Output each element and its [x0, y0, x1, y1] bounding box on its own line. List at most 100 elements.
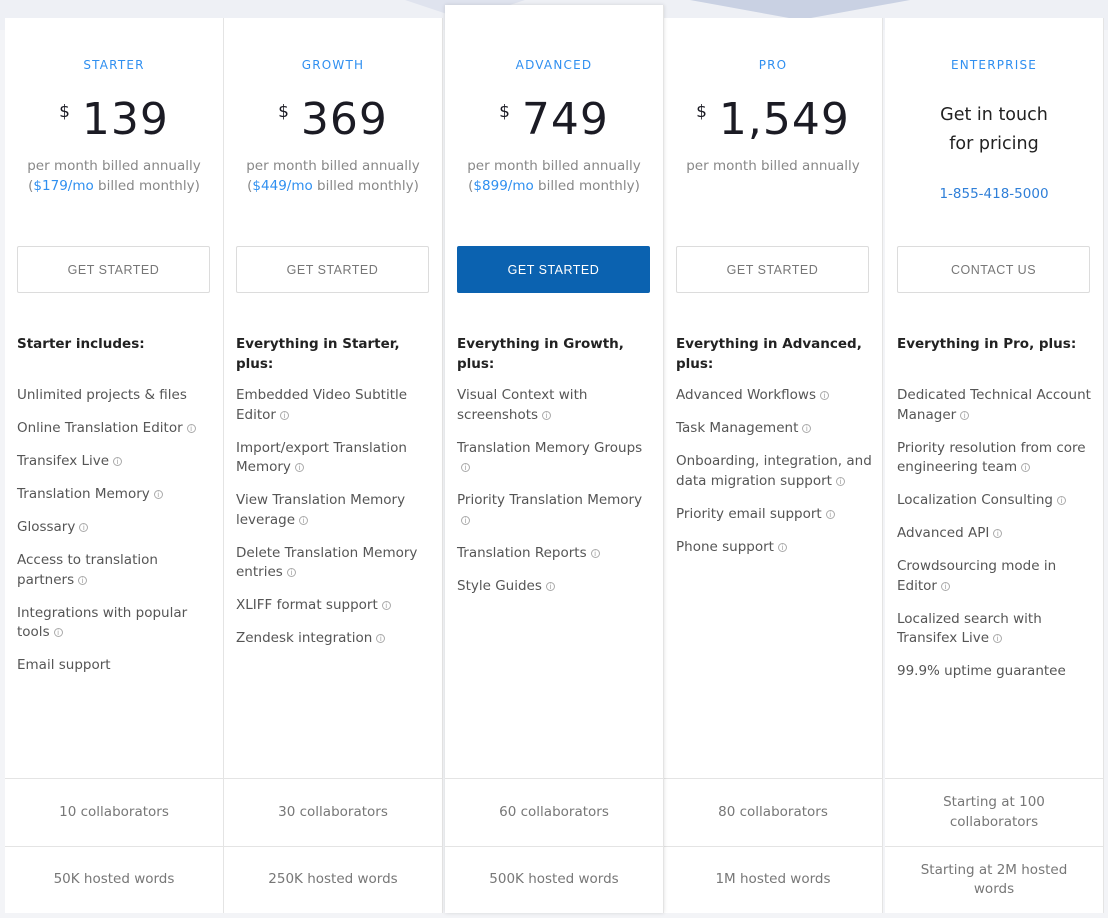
hosted-words: 1M hosted words [715, 871, 831, 888]
price: $1,549 [664, 94, 882, 145]
hosted-words-row: 1M hosted words [664, 846, 882, 913]
feature-text: Priority Translation Memory [457, 492, 643, 508]
feature-text: Dedicated Technical Account Manager [897, 387, 1091, 423]
billing-note: per month billed annually ($179/mo billed… [5, 157, 223, 196]
contact-line: for pricing [949, 134, 1039, 154]
plan-name: PRO [758, 58, 788, 72]
price: $139 [5, 94, 223, 145]
feature-list: Unlimited projects & files Online Transla… [17, 386, 215, 689]
get-started-button[interactable]: GET STARTED [457, 246, 650, 293]
feature-item: Access to translation partners i [17, 551, 215, 590]
info-circle-icon[interactable]: i [993, 529, 1003, 538]
feature-item: Import/export Translation Memory i [236, 439, 434, 478]
info-circle-icon[interactable]: i [960, 410, 970, 420]
monthly-price: $899/mo [473, 177, 534, 194]
feature-item: Task Management i [676, 419, 874, 439]
plan-card-enterprise: ENTERPRISE Get in touch for pricing 1-855-4… [885, 18, 1104, 913]
info-circle-icon[interactable]: i [381, 601, 391, 610]
info-circle-icon[interactable]: i [542, 410, 552, 420]
billing-note: per month billed annually ($449/mo billed… [224, 157, 442, 196]
info-circle-icon[interactable]: i [802, 424, 812, 433]
feature-item: Transifex Live i [17, 452, 215, 472]
info-circle-icon[interactable]: i [461, 515, 470, 525]
hosted-words-row: 50K hosted words [5, 846, 223, 913]
feature-text: Advanced API [897, 525, 990, 541]
collaborators: 10 collaborators [59, 803, 169, 820]
hosted-words: Starting at 2M hosted words [920, 861, 1068, 898]
feature-text: XLIFF format support [236, 597, 378, 613]
feature-item: Online Translation Editor i [17, 419, 215, 439]
get-started-button[interactable]: GET STARTED [17, 246, 210, 293]
monthly-price: $179/mo [33, 177, 94, 194]
feature-item: Email support [17, 656, 215, 676]
info-circle-icon[interactable]: i [820, 391, 829, 400]
info-circle-icon[interactable]: i [1021, 463, 1031, 472]
info-circle-icon[interactable]: i [113, 457, 123, 466]
feature-text: Zendesk integration [236, 630, 373, 646]
info-circle-icon[interactable]: i [835, 476, 845, 486]
feature-text: Transifex Live [17, 453, 110, 469]
info-circle-icon[interactable]: i [279, 410, 289, 420]
info-circle-icon[interactable]: i [294, 463, 304, 472]
currency-symbol: $ [278, 102, 289, 122]
info-circle-icon[interactable]: i [299, 515, 309, 525]
collaborators: 80 collaborators [718, 803, 828, 820]
feature-item: Embedded Video Subtitle Editor i [236, 386, 434, 425]
feature-text: 99.9% uptime guarantee [897, 663, 1066, 679]
info-circle-icon[interactable]: i [993, 634, 1003, 643]
billing-annual: per month billed annually [246, 158, 420, 174]
price-amount: 139 [81, 94, 169, 145]
info-circle-icon[interactable]: i [286, 568, 296, 577]
info-circle-icon[interactable]: i [825, 509, 835, 519]
feature-item: Phone support i [676, 538, 874, 558]
feature-text: Unlimited projects & files [17, 387, 187, 403]
feature-item: Zendesk integration i [236, 629, 434, 649]
feature-item: Priority email support i [676, 505, 874, 525]
billing-monthly: ($449/mo billed monthly) [224, 177, 442, 197]
info-circle-icon[interactable]: i [1057, 496, 1067, 505]
info-circle-icon[interactable]: i [53, 628, 63, 637]
feature-text: Glossary [17, 519, 76, 535]
billing-monthly: ($179/mo billed monthly) [5, 177, 223, 197]
contact-us-button[interactable]: CONTACT US [897, 246, 1090, 293]
info-circle-icon[interactable]: i [590, 548, 600, 558]
feature-text: Task Management [676, 420, 799, 436]
info-circle-icon[interactable]: i [545, 581, 555, 591]
get-started-button[interactable]: GET STARTED [236, 246, 429, 293]
price-amount: 1,549 [718, 94, 850, 145]
info-circle-icon[interactable]: i [153, 490, 163, 499]
feature-item: Unlimited projects & files [17, 386, 215, 406]
phone-link[interactable]: 1-855-418-5000 [885, 186, 1103, 202]
features-heading: Everything in Growth, plus: [457, 336, 624, 372]
feature-list: Embedded Video Subtitle Editor i Import/ex… [236, 386, 434, 662]
info-circle-icon[interactable]: i [777, 542, 787, 552]
info-circle-icon[interactable]: i [376, 634, 386, 643]
info-circle-icon[interactable]: i [186, 424, 196, 433]
info-circle-icon[interactable]: i [78, 575, 88, 585]
collaborators-row: 60 collaborators [445, 778, 663, 846]
feature-text: View Translation Memory leverage [236, 492, 406, 528]
feature-item: 99.9% uptime guarantee [897, 662, 1095, 682]
decor-triangle [690, 0, 910, 20]
monthly-rest: billed monthly) [312, 177, 419, 194]
plan-name: ADVANCED [515, 58, 593, 72]
contact-text: Get in touch for pricing [885, 101, 1103, 159]
collaborators-row: Starting at 100 collaborators [885, 778, 1103, 846]
info-circle-icon[interactable]: i [940, 581, 950, 591]
feature-text: Priority email support [676, 505, 822, 522]
feature-item: Integrations with popular tools i [17, 604, 215, 643]
feature-text: Translation Memory [17, 486, 150, 502]
info-circle-icon[interactable]: i [79, 523, 89, 532]
plan-card-growth: GROWTH $369 per month billed annually ($449… [224, 18, 443, 913]
feature-item: View Translation Memory leverage i [236, 491, 434, 530]
currency-symbol: $ [696, 102, 707, 122]
feature-item: Onboarding, integration, and data migrat… [676, 452, 874, 491]
feature-item: Glossary i [17, 518, 215, 538]
feature-text: Advanced Workflows [676, 387, 816, 403]
info-circle-icon[interactable]: i [461, 463, 470, 472]
get-started-button[interactable]: GET STARTED [676, 246, 869, 293]
feature-item: Translation Reports i [457, 544, 655, 564]
monthly-price: $449/mo [252, 177, 313, 194]
feature-text: Import/export Translation Memory [236, 439, 407, 476]
feature-text: Crowdsourcing mode in Editor [897, 558, 1057, 594]
